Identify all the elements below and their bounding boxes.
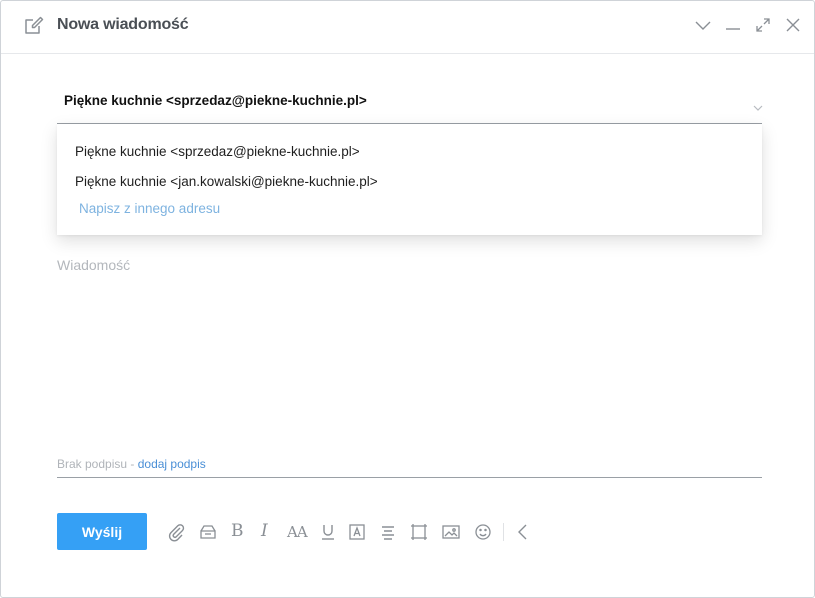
- chevron-down-icon: [752, 101, 764, 113]
- sender-selected-value: Piękne kuchnie <sprzedaz@piekne-kuchnie.…: [64, 93, 367, 108]
- chevron-down-icon[interactable]: [693, 15, 713, 35]
- sender-option[interactable]: Piękne kuchnie <jan.kowalski@piekne-kuch…: [75, 174, 378, 189]
- template-icon[interactable]: [198, 522, 218, 542]
- compose-header: Nowa wiadomość: [1, 1, 814, 54]
- italic-button[interactable]: I: [261, 521, 268, 541]
- other-address-link[interactable]: Napisz z innego adresu: [79, 201, 220, 216]
- chevron-left-icon[interactable]: [513, 522, 533, 542]
- bold-button[interactable]: B: [231, 521, 244, 541]
- add-signature-link[interactable]: dodaj podpis: [138, 457, 206, 471]
- text-box-icon[interactable]: [347, 522, 367, 542]
- compose-window: Nowa wiadomość Piękne kuchnie <sprzedaz@…: [0, 0, 815, 598]
- sender-option[interactable]: Piękne kuchnie <sprzedaz@piekne-kuchnie.…: [75, 144, 360, 159]
- minimize-icon[interactable]: [723, 15, 743, 35]
- image-icon[interactable]: [441, 522, 461, 542]
- sender-select[interactable]: Piękne kuchnie <sprzedaz@piekne-kuchnie.…: [57, 79, 764, 124]
- maximize-icon[interactable]: [753, 15, 773, 35]
- emoji-icon[interactable]: [473, 522, 493, 542]
- signature-none-label: Brak podpisu -: [57, 457, 138, 471]
- send-button[interactable]: Wyślij: [57, 513, 147, 550]
- paperclip-icon[interactable]: [166, 522, 186, 542]
- font-size-button[interactable]: AA: [287, 523, 308, 541]
- align-icon[interactable]: [378, 522, 398, 542]
- signature-row: Brak podpisu - dodaj podpis: [57, 453, 762, 478]
- sender-dropdown: Piękne kuchnie <sprzedaz@piekne-kuchnie.…: [57, 124, 762, 235]
- frame-icon[interactable]: [409, 522, 429, 542]
- window-title: Nowa wiadomość: [57, 16, 189, 33]
- message-input[interactable]: Wiadomość: [57, 249, 762, 439]
- toolbar-divider: [503, 523, 504, 541]
- compose-icon: [23, 15, 45, 37]
- close-icon[interactable]: [783, 15, 803, 35]
- underline-icon[interactable]: [318, 522, 338, 542]
- message-placeholder: Wiadomość: [57, 257, 131, 273]
